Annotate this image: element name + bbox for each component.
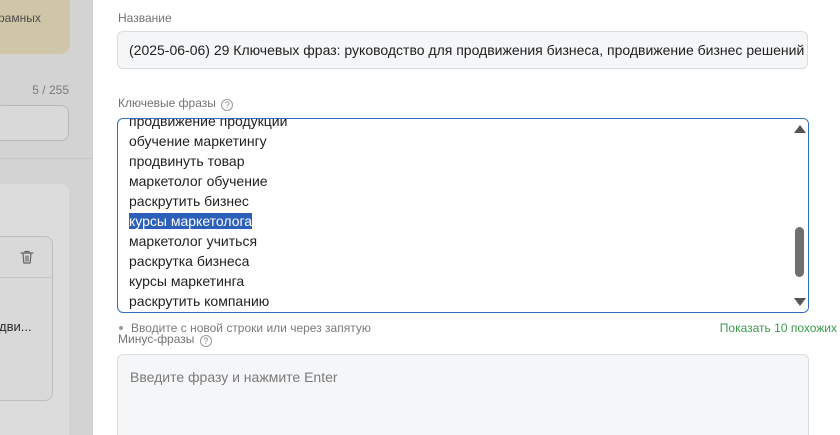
keywords-list: продвижение продукции обучение маркетинг… xyxy=(129,118,288,311)
keywords-label-row: Ключевые фразы ? xyxy=(118,96,234,111)
keyword-line: продвинуть товар xyxy=(129,153,245,169)
minus-placeholder: Введите фразу и нажмите Enter xyxy=(130,369,338,385)
keywords-textarea[interactable]: продвижение продукции обучение маркетинг… xyxy=(117,118,809,313)
scroll-down-arrow-icon[interactable] xyxy=(794,298,806,306)
minus-phrases-input[interactable]: Введите фразу и нажмите Enter xyxy=(117,354,809,435)
question-circle-icon[interactable]: ? xyxy=(221,99,234,111)
trash-icon[interactable] xyxy=(19,249,35,265)
keyword-line: раскрутить бизнес xyxy=(129,193,249,209)
info-banner: рамных xyxy=(0,0,70,54)
keyword-line: маркетолог обучение xyxy=(129,173,268,189)
title-label: Название xyxy=(118,11,172,25)
question-circle-icon[interactable]: ? xyxy=(199,335,212,347)
minus-label-row: Минус-фразы ? xyxy=(118,332,212,347)
keyword-line: раскрутить компанию xyxy=(129,293,270,309)
left-text-input[interactable] xyxy=(0,105,69,141)
keyword-line: продвижение продукции xyxy=(129,118,288,129)
left-panel: рамных 5 / 255 дви... xyxy=(0,0,93,435)
scrollbar-thumb[interactable] xyxy=(795,227,804,277)
bullet-icon xyxy=(119,326,123,330)
keyword-line: обучение маркетингу xyxy=(129,133,267,149)
left-item-card[interactable]: дви... xyxy=(0,236,53,401)
divider xyxy=(0,158,93,159)
keywords-label: Ключевые фразы xyxy=(118,96,216,110)
scrollbar[interactable] xyxy=(791,119,808,312)
char-counter: 5 / 255 xyxy=(32,83,69,97)
keyword-line: курсы маркетинга xyxy=(129,273,245,289)
keyword-line: маркетолог учиться xyxy=(129,233,258,249)
title-input[interactable]: (2025-06-06) 29 Ключевых фраз: руководст… xyxy=(117,31,808,69)
keyword-line: раскрутка бизнеса xyxy=(129,253,250,269)
show-similar-link[interactable]: Показать 10 похожих xyxy=(720,321,837,335)
left-item-text: дви... xyxy=(0,319,32,334)
minus-label: Минус-фразы xyxy=(118,332,195,346)
scroll-up-arrow-icon[interactable] xyxy=(794,125,806,133)
card-divider xyxy=(0,277,52,278)
info-banner-text: рамных xyxy=(0,11,41,25)
keyword-line-selected: курсы маркетолога xyxy=(129,213,253,229)
